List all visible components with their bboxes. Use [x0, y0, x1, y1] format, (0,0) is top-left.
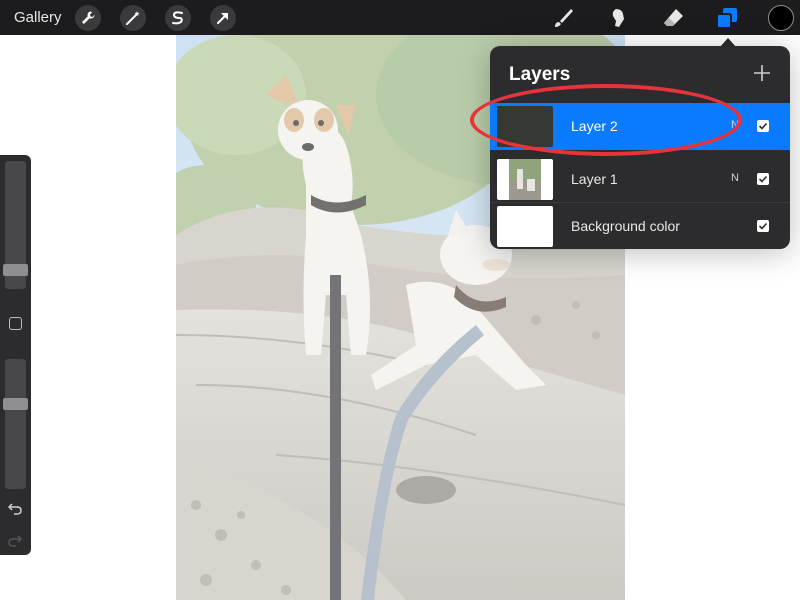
- check-icon: [758, 222, 768, 230]
- layers-icon: [716, 8, 737, 29]
- smudge-tool[interactable]: [603, 3, 633, 33]
- brush-size-slider[interactable]: [3, 161, 28, 289]
- actions-button[interactable]: [75, 5, 101, 31]
- eraser-tool[interactable]: [658, 3, 688, 33]
- layer-thumbnail: [497, 159, 553, 200]
- layer-row-layer-1[interactable]: Layer 1 N: [490, 156, 790, 203]
- smudge-icon: [612, 9, 624, 27]
- layer-visibility-checkbox[interactable]: [757, 120, 769, 132]
- plus-icon: [754, 65, 770, 81]
- color-picker-button[interactable]: [768, 5, 794, 31]
- check-icon: [758, 122, 768, 130]
- redo-button[interactable]: [8, 533, 23, 549]
- layer-visibility-checkbox[interactable]: [757, 220, 769, 232]
- add-layer-button[interactable]: [753, 64, 771, 82]
- selection-icon: [172, 11, 183, 25]
- layer-visibility-checkbox[interactable]: [757, 173, 769, 185]
- left-sidebar: [0, 155, 31, 555]
- brush-size-thumb[interactable]: [3, 264, 28, 276]
- layer-name: Layer 1: [571, 171, 618, 187]
- transform-arrow-icon: [217, 13, 228, 24]
- layers-panel-title: Layers: [509, 64, 571, 85]
- top-toolbar: Gallery: [0, 0, 800, 35]
- layer-name: Background color: [571, 218, 680, 234]
- eraser-icon: [664, 9, 683, 26]
- blend-mode-button[interactable]: N: [731, 172, 739, 184]
- magic-wand-icon: [126, 11, 140, 25]
- brush-tool[interactable]: [548, 3, 578, 33]
- gallery-button[interactable]: Gallery: [14, 9, 62, 26]
- opacity-thumb[interactable]: [3, 398, 28, 410]
- selection-button[interactable]: [165, 5, 191, 31]
- adjustments-button[interactable]: [120, 5, 146, 31]
- opacity-slider[interactable]: [3, 359, 28, 489]
- undo-icon: [7, 503, 22, 515]
- redo-icon: [8, 535, 23, 547]
- layers-button[interactable]: [712, 3, 742, 33]
- modify-button[interactable]: [9, 317, 22, 330]
- layer-row-background-color[interactable]: Background color: [490, 203, 790, 249]
- wrench-icon: [82, 11, 95, 24]
- brush-icon: [555, 9, 573, 27]
- transform-button[interactable]: [210, 5, 236, 31]
- undo-button[interactable]: [7, 501, 22, 517]
- highlight-annotation: [470, 84, 742, 156]
- layer-thumbnail: [497, 206, 553, 247]
- check-icon: [758, 175, 768, 183]
